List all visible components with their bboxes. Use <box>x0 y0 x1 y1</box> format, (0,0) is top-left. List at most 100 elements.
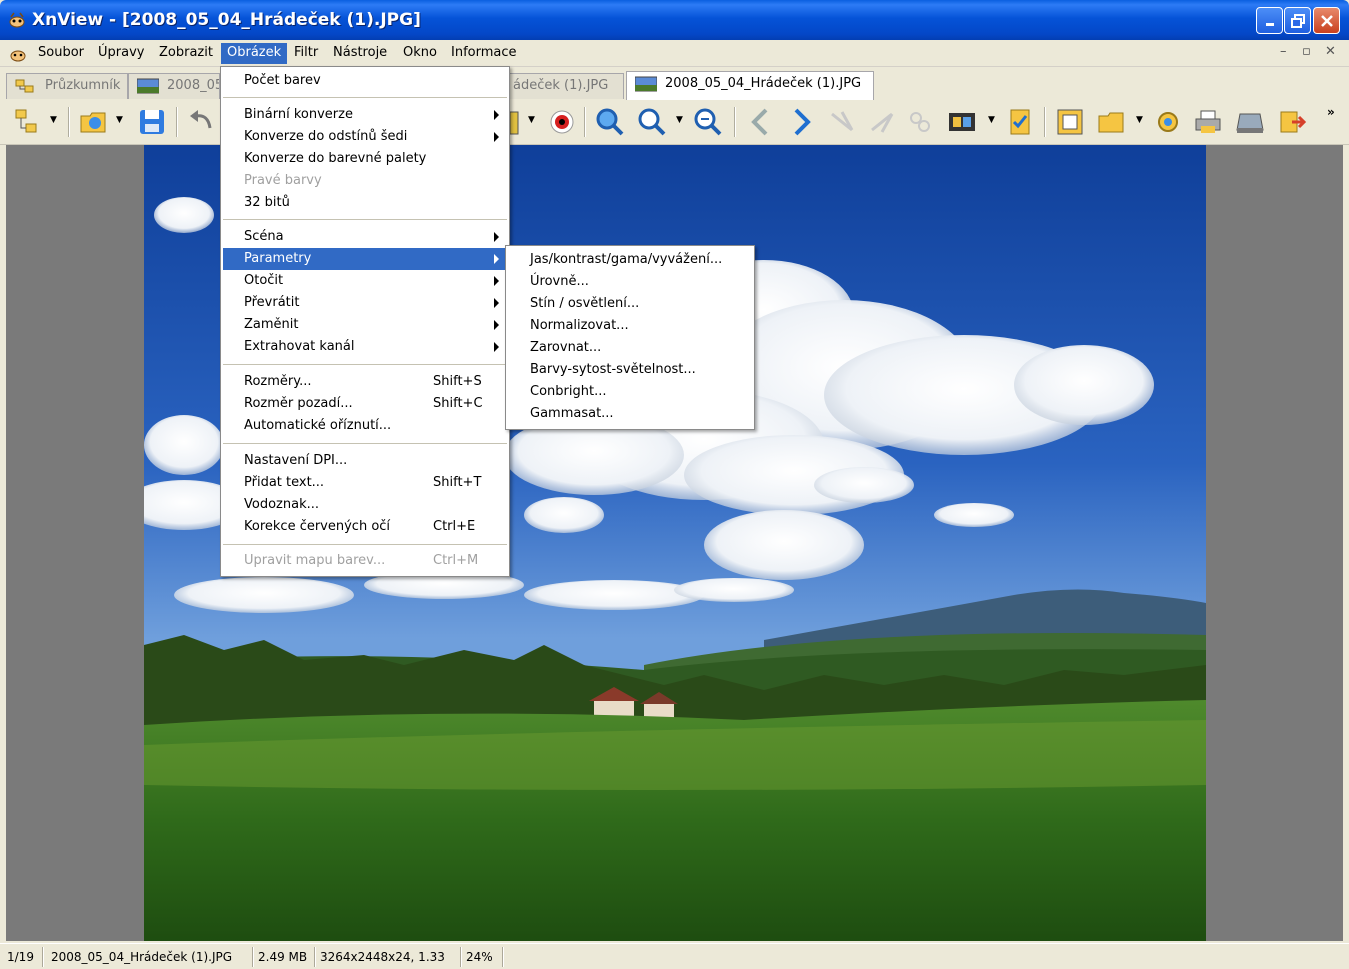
submenu-item-zarovnat[interactable]: Zarovnat... <box>508 337 752 359</box>
menu-item-label: Normalizovat... <box>530 318 629 333</box>
open-icon[interactable] <box>1096 106 1128 138</box>
menu-okno[interactable]: Okno <box>397 43 443 64</box>
browser-icon[interactable] <box>12 106 44 138</box>
submenu-arrow-icon <box>494 110 499 120</box>
color-icon[interactable] <box>508 106 522 138</box>
menu-soubor[interactable]: Soubor <box>32 43 90 64</box>
menu-item-label: Conbright... <box>530 384 607 399</box>
submenu-item-stin-osvetleni[interactable]: Stín / osvětlení... <box>508 293 752 315</box>
undo-icon[interactable] <box>186 106 218 138</box>
restore-button[interactable] <box>1284 7 1311 34</box>
mdi-close-icon[interactable]: ✕ <box>1325 44 1336 59</box>
zoom-in-icon[interactable] <box>636 106 668 138</box>
image-tab-icon <box>137 78 159 94</box>
status-filesize: 2.49 MB <box>258 950 308 964</box>
save-icon[interactable] <box>136 106 168 138</box>
zoom-dropdown-icon[interactable]: ▼ <box>676 115 683 125</box>
menu-item-rozmer-pozadi[interactable]: Rozměr pozadí... Shift+C <box>223 393 507 415</box>
menu-nastroje[interactable]: Nástroje <box>327 43 393 64</box>
menu-item-pridat-text[interactable]: Přidat text... Shift+T <box>223 472 507 494</box>
submenu-item-jas-kontrast[interactable]: Jas/kontrast/gama/vyvážení... <box>508 249 752 271</box>
menu-item-label: Scéna <box>244 229 284 244</box>
submenu-arrow-icon <box>494 232 499 242</box>
filmstrip-dropdown-icon[interactable]: ▼ <box>988 115 995 125</box>
next-icon[interactable] <box>786 106 818 138</box>
slideshow-icon[interactable] <box>904 106 936 138</box>
submenu-item-gammasat[interactable]: Gammasat... <box>508 403 752 425</box>
menu-item-korekce-cervenych-oci[interactable]: Korekce červených očí Ctrl+E <box>223 516 507 538</box>
tab-image-2[interactable]: ádeček (1).JPG <box>508 73 624 99</box>
edit-icon[interactable] <box>1004 106 1036 138</box>
tab-image-active[interactable]: 2008_05_04_Hrádeček (1).JPG <box>626 71 874 100</box>
zoom-out-icon[interactable] <box>692 106 724 138</box>
open-more-dropdown-icon[interactable]: ▼ <box>1136 115 1143 125</box>
first-icon[interactable] <box>826 106 858 138</box>
red-eye-icon[interactable] <box>546 106 578 138</box>
toolbar-overflow-icon[interactable]: » <box>1327 105 1335 119</box>
open-dropdown-icon[interactable]: ▼ <box>116 115 123 125</box>
menu-item-binarni-konverze[interactable]: Binární konverze <box>223 104 507 126</box>
menu-item-label: Rozměr pozadí... <box>244 396 353 411</box>
menu-item-rozmery[interactable]: Rozměry... Shift+S <box>223 371 507 393</box>
menu-item-label: Konverze do odstínů šedi <box>244 129 408 144</box>
export-icon[interactable] <box>1276 106 1308 138</box>
status-index: 1/19 <box>7 950 34 964</box>
browser-tab-icon <box>15 79 34 93</box>
menu-item-zamenit[interactable]: Zaměnit <box>223 314 507 336</box>
menu-zobrazit[interactable]: Zobrazit <box>153 43 219 64</box>
menu-item-scena[interactable]: Scéna <box>223 226 507 248</box>
menu-item-barevna-paleta[interactable]: Konverze do barevné palety <box>223 148 507 170</box>
submenu-item-normalizovat[interactable]: Normalizovat... <box>508 315 752 337</box>
title-bar: XnView - [2008_05_04_Hrádeček (1).JPG] <box>0 0 1349 40</box>
browser-dropdown-icon[interactable]: ▼ <box>50 115 57 125</box>
settings-icon[interactable] <box>1152 106 1184 138</box>
menu-item-shortcut: Shift+S <box>433 374 482 389</box>
menu-informace[interactable]: Informace <box>445 43 523 64</box>
print-icon[interactable] <box>1192 106 1224 138</box>
menu-item-label: Zarovnat... <box>530 340 602 355</box>
open-folder-icon[interactable] <box>78 106 110 138</box>
menu-item-label: Rozměry... <box>244 374 312 389</box>
menu-upravy[interactable]: Úpravy <box>92 43 150 64</box>
menu-item-label: Gammasat... <box>530 406 614 421</box>
menu-item-pocet-barev[interactable]: Počet barev <box>223 70 507 92</box>
menu-item-otocit[interactable]: Otočit <box>223 270 507 292</box>
menu-item-automaticke-oriznuti[interactable]: Automatické oříznutí... <box>223 415 507 437</box>
status-separator <box>252 947 254 967</box>
submenu-item-barvy-sytost[interactable]: Barvy-sytost-světelnost... <box>508 359 752 381</box>
menu-item-extrahovat-kanal[interactable]: Extrahovat kanál <box>223 336 507 358</box>
menu-item-vodoznak[interactable]: Vodoznak... <box>223 494 507 516</box>
submenu-item-urovne[interactable]: Úrovně... <box>508 271 752 293</box>
last-icon[interactable] <box>866 106 898 138</box>
previous-icon[interactable] <box>744 106 776 138</box>
fullscreen-icon[interactable] <box>1054 106 1086 138</box>
tab-label: ádeček (1).JPG <box>513 78 609 93</box>
menu-obrazek[interactable]: Obrázek <box>221 43 288 64</box>
close-button[interactable] <box>1313 7 1340 34</box>
image-menu-dropdown: Počet barev Binární konverze Konverze do… <box>220 66 510 577</box>
tab-image-1[interactable]: 2008_05 <box>128 73 220 99</box>
menu-item-label: Jas/kontrast/gama/vyvážení... <box>530 252 723 267</box>
menu-item-32-bitu[interactable]: 32 bitů <box>223 192 507 214</box>
status-zoom: 24% <box>466 950 493 964</box>
zoom-icon[interactable] <box>594 106 626 138</box>
submenu-item-conbright[interactable]: Conbright... <box>508 381 752 403</box>
filmstrip-icon[interactable] <box>946 106 978 138</box>
menu-item-odstiny-sedi[interactable]: Konverze do odstínů šedi <box>223 126 507 148</box>
menu-item-label: Automatické oříznutí... <box>244 418 392 433</box>
menu-filtr[interactable]: Filtr <box>288 43 324 64</box>
mdi-minimize-icon[interactable]: – <box>1280 44 1287 59</box>
mdi-restore-icon[interactable]: ▫ <box>1302 44 1311 59</box>
document-icon[interactable] <box>9 45 27 63</box>
scan-icon[interactable] <box>1234 106 1266 138</box>
menu-item-prevratit[interactable]: Převrátit <box>223 292 507 314</box>
menu-item-label: Vodoznak... <box>244 497 319 512</box>
menu-item-label: Počet barev <box>244 73 321 88</box>
color-dropdown-icon[interactable]: ▼ <box>528 115 535 125</box>
menu-item-parametry[interactable]: Parametry <box>223 248 507 270</box>
minimize-button[interactable] <box>1256 7 1283 34</box>
toolbar-separator <box>734 107 736 137</box>
tab-pruzkumnik[interactable]: Průzkumník <box>6 73 128 99</box>
menu-item-nastaveni-dpi[interactable]: Nastavení DPI... <box>223 450 507 472</box>
toolbar-separator <box>1044 107 1046 137</box>
